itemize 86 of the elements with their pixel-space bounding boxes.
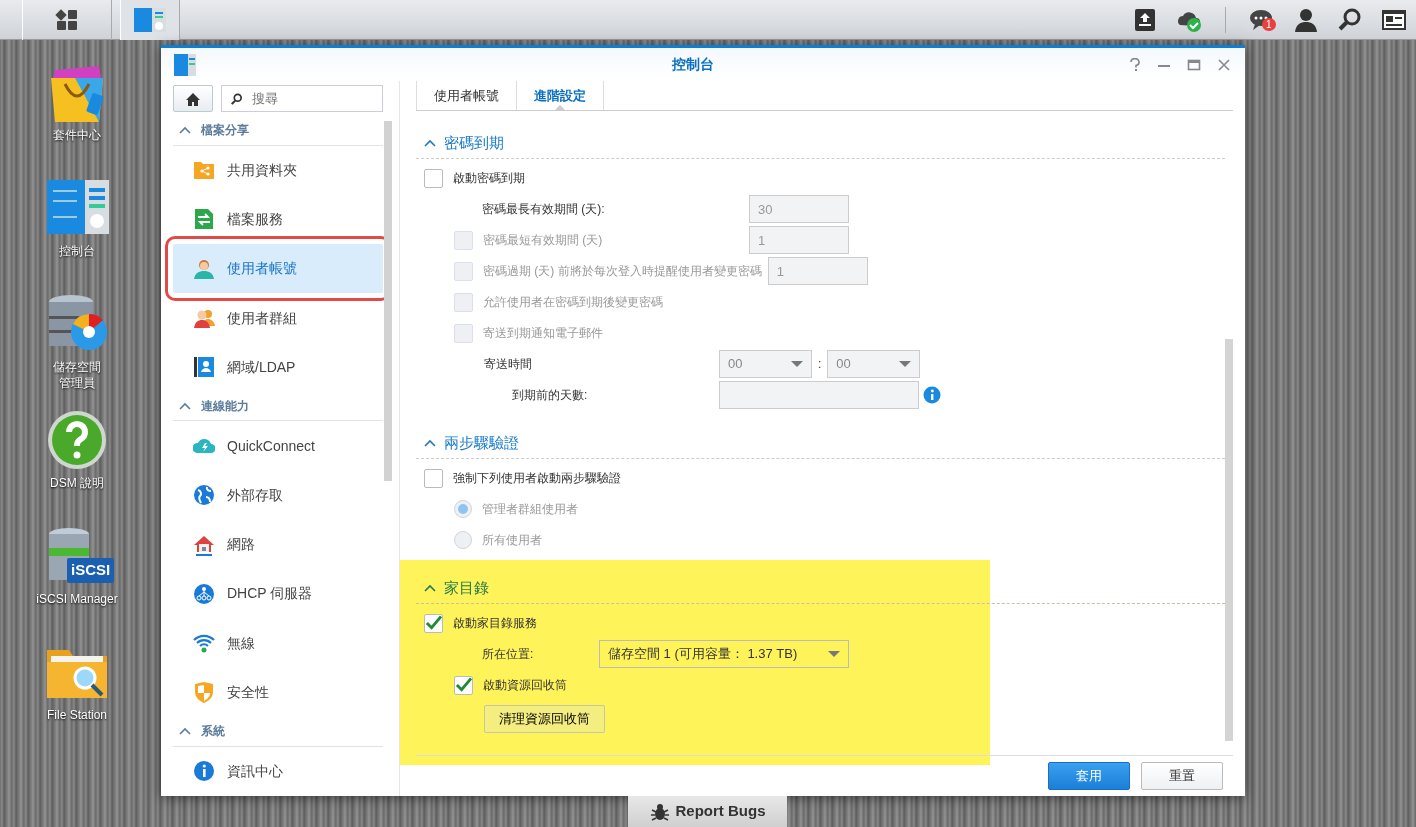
- sidebar-item[interactable]: 網域/LDAP: [173, 342, 383, 392]
- sidebar-item[interactable]: DHCP 伺服器: [173, 569, 383, 619]
- sidebar-item[interactable]: 檔案服務: [173, 194, 383, 245]
- field-label: 強制下列使用者啟動兩步驟驗證: [453, 470, 621, 488]
- search-icon[interactable]: [1337, 6, 1363, 33]
- field-label: 寄送到期通知電子郵件: [483, 325, 603, 343]
- users-icon: [193, 307, 215, 329]
- field-label: 寄送時間: [484, 356, 532, 374]
- collapse-chevron-icon[interactable]: [179, 401, 191, 411]
- window-title: 控制台: [671, 55, 715, 74]
- check-icon: [455, 677, 472, 694]
- upload-icon[interactable]: [1132, 6, 1158, 33]
- control-panel-icon: [134, 5, 166, 34]
- grid-icon: [55, 7, 79, 32]
- section-title: 密碼到期: [444, 132, 504, 153]
- sidebar-item[interactable]: 使用者群組: [173, 293, 383, 343]
- close-icon[interactable]: [1217, 57, 1231, 72]
- checkbox[interactable]: [424, 468, 443, 488]
- arrows-file-icon: [193, 208, 215, 231]
- report-bugs-label: Report Bugs: [675, 801, 766, 822]
- desktop-icon-label[interactable]: 儲存空間 管理員: [53, 360, 101, 392]
- section-title: 兩步驟驗證: [444, 432, 519, 453]
- section-title: 家目錄: [444, 577, 489, 598]
- collapse-chevron-icon[interactable]: [424, 438, 436, 448]
- field-label: 密碼過期 (天) 前將於每次登入時提醒使用者變更密碼: [483, 263, 762, 281]
- sidebar-item[interactable]: 資訊中心: [173, 746, 383, 796]
- location-select[interactable]: 儲存空間 1 (可用容量： 1.37 TB): [599, 640, 849, 669]
- field-label: 密碼最短有效期間 (天): [483, 232, 603, 250]
- bug-icon: [649, 801, 670, 822]
- shared-folder-icon: [193, 159, 215, 182]
- wifi-icon: [193, 632, 215, 655]
- main-menu-button[interactable]: [22, 0, 112, 40]
- user-icon[interactable]: [1293, 6, 1319, 33]
- field-label: 管理者群組使用者: [482, 501, 578, 519]
- sidebar-item[interactable]: 外部存取: [173, 470, 383, 520]
- scrollbar-thumb[interactable]: [1225, 339, 1233, 741]
- checkbox[interactable]: [424, 168, 443, 188]
- field-label: 所有使用者: [482, 532, 542, 550]
- collapse-chevron-icon[interactable]: [424, 138, 436, 148]
- field-label: 到期前的天數:: [512, 387, 588, 405]
- sidebar-item[interactable]: 無線: [173, 618, 383, 668]
- sidebar-item[interactable]: 共用資料夾: [173, 145, 383, 195]
- collapse-chevron-icon[interactable]: [179, 726, 191, 736]
- check-icon: [425, 615, 442, 632]
- home-icon: [185, 91, 201, 106]
- field-label: 所在位置:: [482, 646, 534, 664]
- control-panel-taskbar-button[interactable]: [120, 0, 180, 40]
- id-card-icon: [193, 356, 215, 379]
- desktop-icon-label[interactable]: File Station: [47, 708, 107, 724]
- house-network-icon: [193, 533, 215, 556]
- sidebar-item[interactable]: QuickConnect: [173, 421, 383, 471]
- field-label: 啟動資源回收筒: [483, 677, 567, 695]
- reset-button[interactable]: 重置: [1141, 761, 1223, 790]
- control-panel-icon: [173, 52, 197, 77]
- field-label: 啟動家目錄服務: [453, 615, 537, 633]
- sidebar-group-title: 系統: [201, 723, 225, 741]
- home-button[interactable]: [173, 85, 213, 112]
- collapse-chevron-icon[interactable]: [424, 583, 436, 593]
- sidebar-item[interactable]: 安全性: [173, 667, 383, 718]
- collapse-chevron-icon[interactable]: [179, 125, 191, 135]
- search-field[interactable]: 搜尋: [221, 85, 383, 112]
- search-icon: [230, 91, 242, 106]
- desktop-icon-label[interactable]: DSM 說明: [50, 476, 104, 492]
- question-mark-icon[interactable]: [45, 408, 109, 472]
- network-nodes-icon: [193, 582, 215, 605]
- clean-button[interactable]: 清理資源回收筒: [484, 704, 605, 733]
- shield-icon: [193, 681, 215, 704]
- field-label: 啟動密碼到期: [453, 170, 525, 188]
- globe-icon: [193, 484, 215, 507]
- desktop-icon-label[interactable]: iSCSI Manager: [36, 592, 118, 608]
- help-icon[interactable]: [1129, 57, 1141, 72]
- report-bugs-tab[interactable]: Report Bugs: [628, 796, 787, 827]
- sidebar-group-title: 檔案分享: [201, 122, 249, 140]
- scrollbar-thumb[interactable]: [384, 121, 392, 481]
- field-label: 允許使用者在密碼到期後變更密碼: [483, 294, 663, 312]
- field-label: 密碼最長有效期間 (天):: [482, 201, 605, 219]
- sidebar-item[interactable]: 網路: [173, 520, 383, 570]
- time-separator: :: [818, 356, 822, 374]
- desktop-icon-label[interactable]: 控制台: [59, 244, 95, 260]
- sidebar-group-title: 連線能力: [201, 398, 249, 416]
- info-icon: [193, 760, 215, 783]
- user-icon: [193, 257, 215, 280]
- desktop-icon-label[interactable]: 套件中心: [53, 128, 101, 144]
- tab[interactable]: 進階設定: [516, 81, 604, 110]
- icon-badge-label: iSCSI: [67, 558, 115, 583]
- maximize-icon[interactable]: [1187, 57, 1201, 72]
